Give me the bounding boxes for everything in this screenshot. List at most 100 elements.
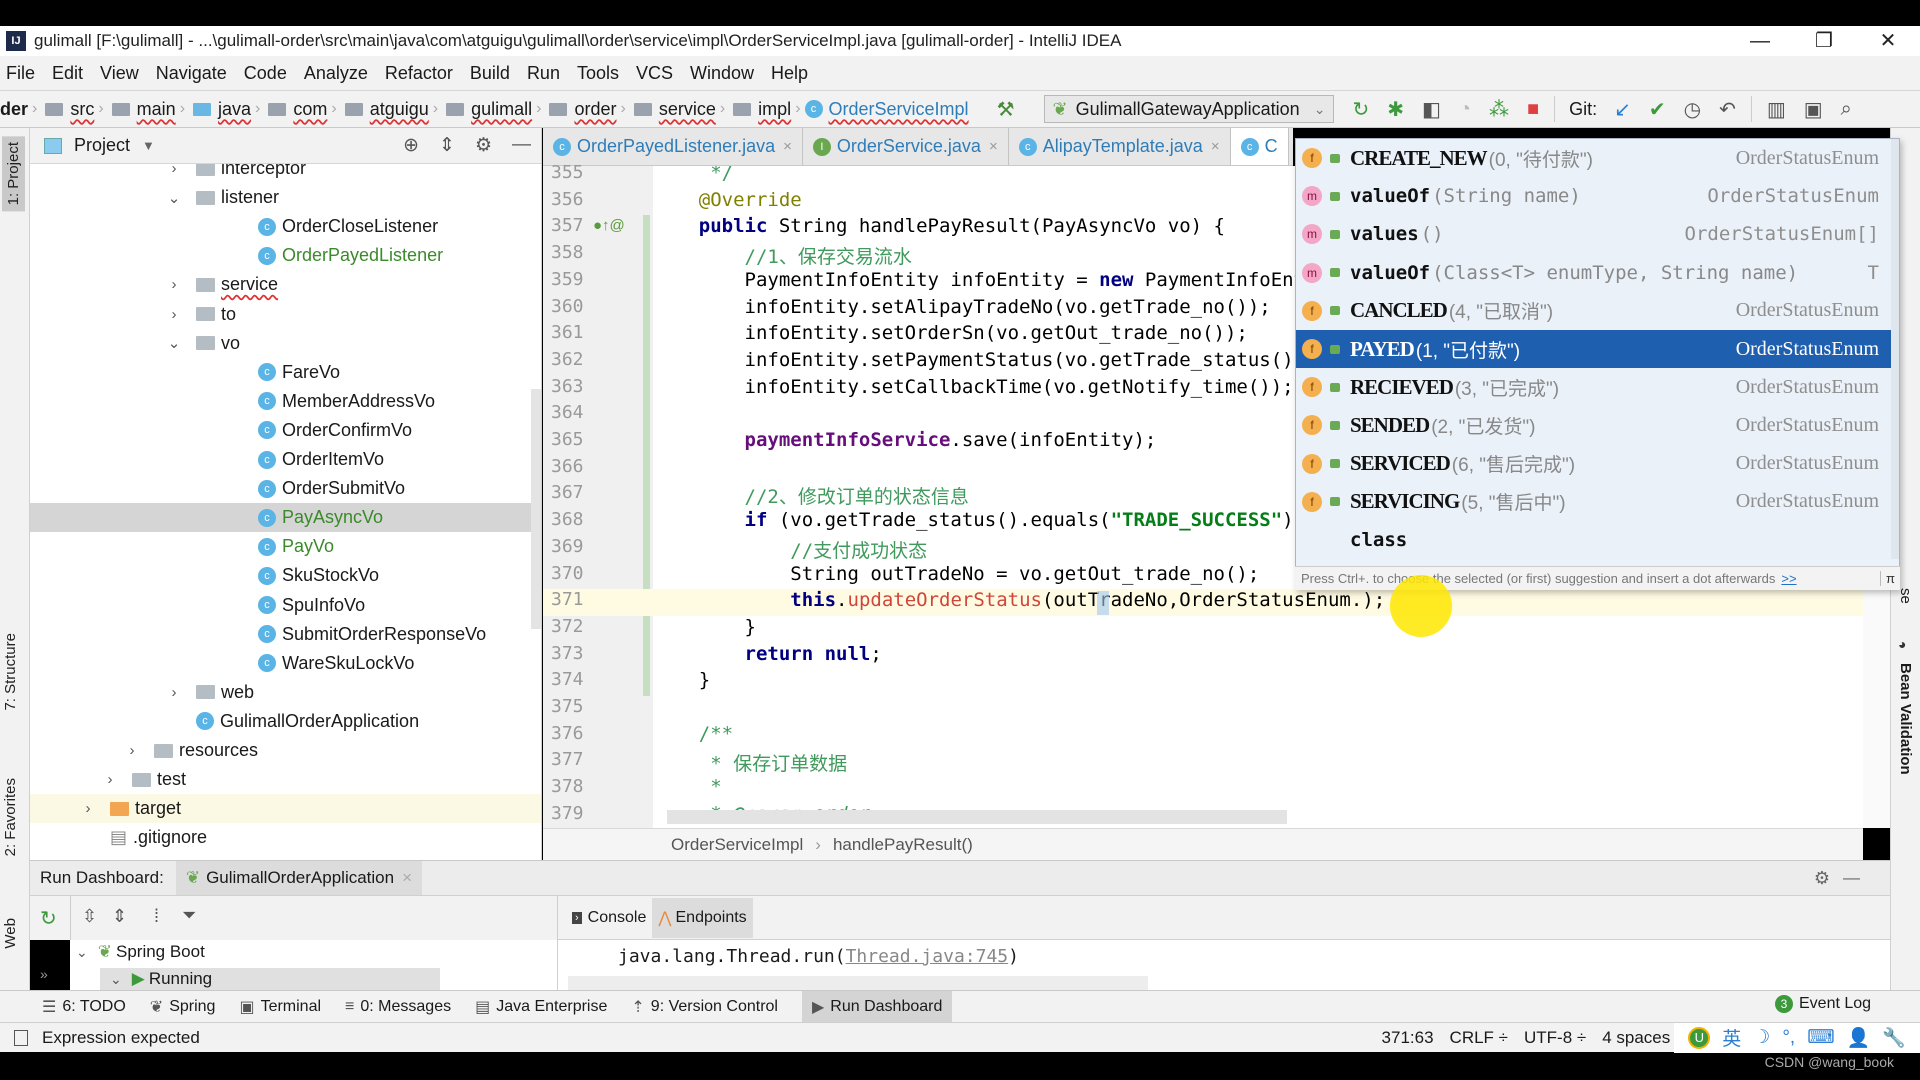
code-line[interactable]: * 保存订单数据	[653, 749, 847, 776]
structure-tool-tab[interactable]: 7: Structure	[2, 633, 19, 711]
completion-item[interactable]: m valueOf (Class<T> enumType, String name)…	[1296, 254, 1899, 292]
menu-file[interactable]: File	[6, 63, 35, 84]
completion-more-link[interactable]: >>	[1781, 571, 1796, 586]
menu-build[interactable]: Build	[470, 63, 510, 84]
dropdown-arrow-icon[interactable]: ▼	[142, 138, 155, 153]
menu-edit[interactable]: Edit	[52, 63, 83, 84]
close-tab-icon[interactable]: ×	[989, 138, 998, 155]
tree-item[interactable]: c OrderPayedListener	[30, 241, 541, 270]
tree-item[interactable]: c SkuStockVo	[30, 561, 541, 590]
tree-node-running[interactable]: ⌄ ▶ Running	[100, 968, 440, 990]
tree-item[interactable]: c OrderSubmitVo	[30, 474, 541, 503]
run-configuration-select[interactable]: ❦ GulimallGatewayApplication ⌄	[1043, 95, 1335, 123]
close-window-button[interactable]: ✕	[1856, 26, 1920, 56]
editor-tab[interactable]: c AlipayTemplate.java ×	[1009, 128, 1231, 165]
code-line[interactable]: if (vo.getTrade_status().equals("TRADE_S…	[653, 509, 1294, 531]
menu-vcs[interactable]: VCS	[636, 63, 673, 84]
caret-position[interactable]: 371:63	[1382, 1028, 1434, 1048]
code-line[interactable]: infoEntity.setPaymentStatus(vo.getTrade_…	[653, 349, 1317, 371]
tool-tab-0-messages[interactable]: ≡ 0: Messages	[345, 998, 451, 1016]
tree-item[interactable]: ⌄ vo	[30, 329, 541, 358]
chevron-right-icon[interactable]: ›	[122, 742, 142, 759]
code-line[interactable]: }	[653, 616, 756, 638]
ime-language-toggle[interactable]: 英	[1722, 1024, 1741, 1051]
attach-debugger-icon[interactable]: ⁂	[1489, 97, 1509, 122]
completion-item[interactable]: class	[1296, 521, 1899, 559]
favorites-tool-tab[interactable]: 2: Favorites	[2, 778, 19, 856]
menu-navigate[interactable]: Navigate	[156, 63, 227, 84]
rerun-icon[interactable]: ↻	[40, 906, 57, 931]
editor-tab[interactable]: cC	[1230, 128, 1289, 165]
code-line[interactable]: /**	[653, 723, 733, 745]
chevron-right-icon[interactable]: ›	[164, 684, 184, 701]
code-line[interactable]: String outTradeNo = vo.getOut_trade_no()…	[653, 563, 1259, 585]
breadcrumb-item[interactable]: der	[0, 99, 28, 120]
completion-item[interactable]: m valueOf (String name) OrderStatusEnum	[1296, 177, 1899, 215]
completion-item[interactable]: f SENDED (2, "已发货") OrderStatusEnum	[1296, 406, 1899, 444]
bean-validation-tool-tab[interactable]: Bean Validation	[1897, 663, 1914, 775]
code-line[interactable]: infoEntity.setOrderSn(vo.getOut_trade_no…	[653, 322, 1248, 344]
hide-panel-icon[interactable]: —	[512, 134, 531, 157]
tree-item[interactable]: c GulimallOrderApplication	[30, 707, 541, 736]
close-tab-icon[interactable]: ×	[1211, 138, 1220, 155]
group-by-icon[interactable]: ⁞	[154, 906, 159, 927]
profile-icon[interactable]: ◔	[1459, 98, 1471, 121]
console-output[interactable]: java.lang.Thread.run(Thread.java:745)	[558, 940, 1890, 990]
breadcrumb-item[interactable]: com	[293, 99, 327, 120]
breadcrumb-current-class[interactable]: OrderServiceImpl	[829, 99, 969, 120]
build-hammer-icon[interactable]: ⚒	[997, 97, 1015, 122]
breadcrumb-item[interactable]: service	[659, 99, 716, 120]
stacktrace-link[interactable]: Thread.java:745	[846, 946, 1009, 967]
tree-item[interactable]: › service	[30, 270, 541, 299]
tree-item[interactable]: c PayVo	[30, 532, 541, 561]
ime-punctuation-icon[interactable]: °,	[1782, 1027, 1795, 1049]
breadcrumb-item[interactable]: src	[70, 99, 94, 120]
hide-panel-icon[interactable]: —	[1843, 868, 1860, 888]
console-tab[interactable]: › Console	[566, 899, 652, 937]
tree-item[interactable]: ▤ .gitignore	[30, 823, 541, 852]
ime-logo-icon[interactable]: U	[1688, 1026, 1711, 1049]
tree-item[interactable]: › resources	[30, 736, 541, 765]
completion-pi-button[interactable]: π	[1880, 571, 1900, 586]
editor-horizontal-scrollbar[interactable]	[667, 810, 1287, 824]
chevron-down-icon[interactable]: ⌄	[164, 189, 184, 207]
tool-tab-spring[interactable]: ❦ Spring	[150, 997, 216, 1017]
chevron-right-icon[interactable]: ›	[164, 306, 184, 323]
completion-item[interactable]: f PAYED (1, "已付款") OrderStatusEnum	[1296, 330, 1899, 368]
chevron-right-icon[interactable]: ›	[100, 771, 120, 788]
completion-item[interactable]: f RECIEVED (3, "已完成") OrderStatusEnum	[1296, 368, 1899, 406]
tree-item[interactable]: c OrderItemVo	[30, 445, 541, 474]
ime-settings-wrench-icon[interactable]: 🔧	[1882, 1026, 1906, 1050]
editor-tab[interactable]: c OrderPayedListener.java ×	[543, 128, 803, 165]
completion-item[interactable]: f SERVICED (6, "售后完成") OrderStatusEnum	[1296, 445, 1899, 483]
completion-item[interactable]: f SERVICING (5, "售后中") OrderStatusEnum	[1296, 483, 1899, 521]
code-line[interactable]: //支付成功状态	[653, 536, 927, 563]
project-structure-icon[interactable]: ▥	[1767, 97, 1786, 122]
breadcrumb-item[interactable]: gulimall	[471, 99, 532, 120]
code-line[interactable]: return null;	[653, 643, 882, 665]
tree-item[interactable]: c PayAsyncVo	[30, 503, 541, 533]
tree-item[interactable]: c WareSkuLockVo	[30, 649, 541, 678]
breadcrumb-item[interactable]: atguigu	[370, 99, 429, 120]
tree-item[interactable]: c MemberAddressVo	[30, 387, 541, 416]
encoding-select[interactable]: UTF-8 ÷	[1524, 1028, 1586, 1048]
breadcrumb-item[interactable]: main	[137, 99, 176, 120]
filter-icon[interactable]: ⏷	[182, 905, 196, 926]
code-line[interactable]: PaymentInfoEntity infoEntity = new Payme…	[653, 269, 1374, 291]
more-chevron-icon[interactable]: »	[40, 966, 48, 982]
tree-item[interactable]: › interceptor	[30, 164, 541, 183]
breadcrumb-item[interactable]: order	[574, 99, 616, 120]
git-update-icon[interactable]: ↙	[1614, 97, 1631, 122]
code-line[interactable]: infoEntity.setAlipayTradeNo(vo.getTrade_…	[653, 296, 1271, 318]
run-anything-icon[interactable]: ▣	[1804, 97, 1823, 122]
chevron-right-icon[interactable]: ›	[164, 164, 184, 177]
restore-button[interactable]: ❐	[1792, 26, 1856, 56]
code-line[interactable]: this.updateOrderStatus(outTradeNo,OrderS…	[653, 589, 1385, 611]
menu-help[interactable]: Help	[771, 63, 808, 84]
implements-method-icon[interactable]: ●↑@	[593, 217, 625, 234]
tool-tab-run-dashboard[interactable]: ▶ Run Dashboard	[801, 990, 953, 1023]
completion-item[interactable]: m values() OrderStatusEnum[]	[1296, 215, 1899, 253]
tool-tab-9-version-control[interactable]: ⇡ 9: Version Control	[631, 997, 778, 1017]
breadcrumb-item[interactable]: java	[218, 99, 251, 120]
chevron-right-icon[interactable]: ›	[164, 276, 184, 293]
